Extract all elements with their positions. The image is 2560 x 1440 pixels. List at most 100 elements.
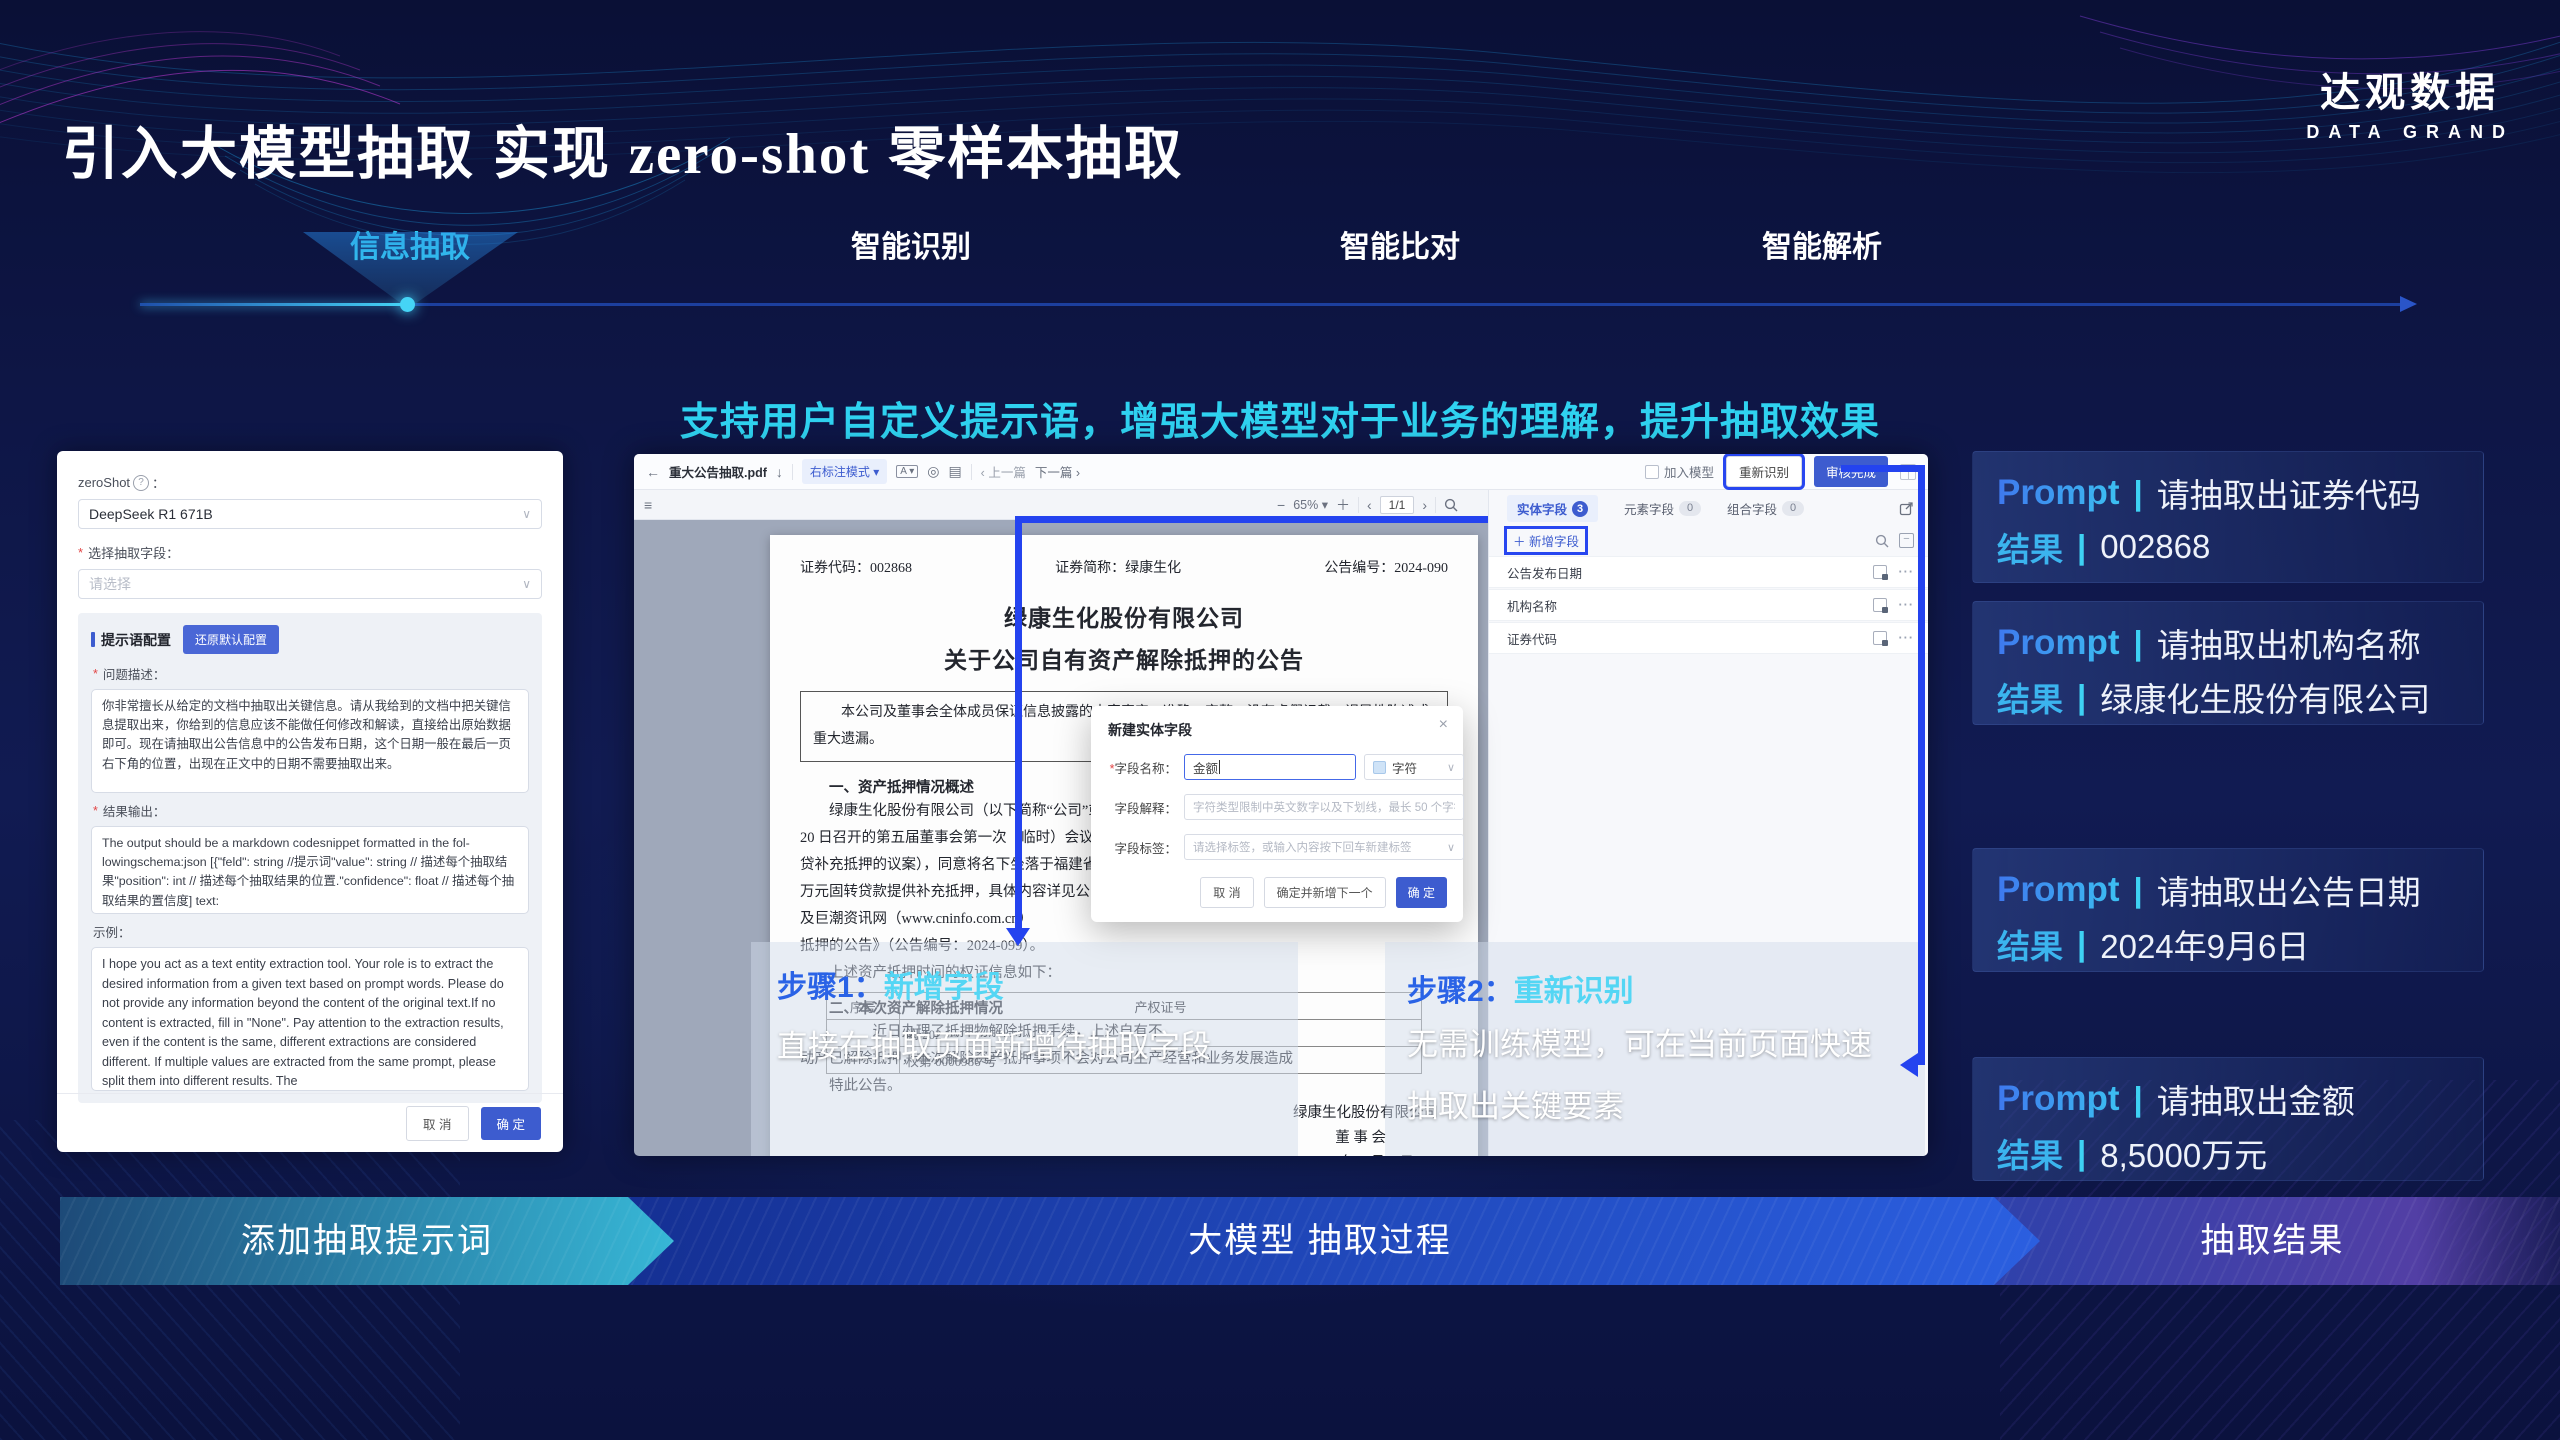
collapse-icon[interactable]: − — [1899, 533, 1914, 548]
separator: | — [2077, 1134, 2086, 1172]
tab-entity-fields[interactable]: 实体字段3 — [1507, 495, 1598, 522]
modal-confirm-next-button[interactable]: 确定并新增下一个 — [1264, 877, 1386, 908]
text-caret — [1219, 760, 1220, 774]
cancel-button[interactable]: 取 消 — [406, 1106, 468, 1141]
field-row-org-name[interactable]: 机构名称 ··· — [1489, 589, 1928, 621]
font-tool-icon[interactable]: A ▾ — [896, 465, 918, 478]
count-badge: 0 — [1679, 501, 1701, 516]
zoom-out-icon[interactable]: − — [1277, 497, 1285, 513]
locate-icon[interactable] — [1873, 565, 1887, 579]
next-doc-button[interactable]: 下一篇 › — [1035, 462, 1080, 481]
chevron-down-icon: ∨ — [1447, 761, 1455, 774]
next-page-icon[interactable]: › — [1422, 497, 1427, 513]
result-card-announcement-date: Prompt|请抽取出公告日期 结果|2024年9月6日 — [1972, 848, 2484, 972]
zoom-level[interactable]: 65% ▾ — [1293, 497, 1328, 512]
step1-title: 步骤1：新增字段 — [777, 962, 1004, 1006]
zeroshot-label-text: zeroShot — [78, 475, 130, 490]
tab-composite-fields[interactable]: 组合字段0 — [1727, 499, 1804, 518]
back-icon[interactable]: ← — [646, 464, 660, 480]
field-select[interactable]: 请选择 ∨ — [78, 569, 542, 599]
field-row-announcement-date[interactable]: 公告发布日期 ··· — [1489, 556, 1928, 588]
new-entity-field-modal: 新建实体字段 × *字段名称： 金额 字符∨ 字段解释： 字符类型限制中英文数字… — [1091, 706, 1463, 922]
help-icon[interactable]: ? — [133, 475, 149, 491]
field-type-select[interactable]: 字符∨ — [1364, 754, 1464, 780]
progress-bright-segment — [140, 303, 408, 306]
search-icon[interactable] — [1444, 498, 1458, 512]
eye-icon[interactable]: ◎ — [927, 463, 939, 480]
active-tab-beam — [303, 232, 518, 304]
field-name: 公告发布日期 — [1507, 563, 1582, 582]
zeroshot-model-label: zeroShot ? ： — [78, 473, 542, 492]
modal-cancel-button[interactable]: 取 消 — [1200, 877, 1253, 908]
explain-field-label: 字段解释： — [1105, 798, 1177, 817]
prompt-text: 请抽取出公告日期 — [2157, 866, 2421, 914]
prompt-word: Prompt — [1997, 870, 2120, 910]
question-textarea[interactable]: 你非常擅长从给定的文档中抽取出关键信息。请从我给到的文档中把关键信息提取出来，你… — [91, 689, 529, 793]
result-word: 结果 — [1997, 673, 2063, 721]
prompt-text: 请抽取出金额 — [2157, 1075, 2355, 1123]
doc-security-code: 证券代码：002868 — [800, 557, 912, 577]
export-icon[interactable] — [1899, 501, 1914, 516]
separator: | — [2134, 624, 2143, 662]
result-value: 002868 — [2100, 528, 2210, 566]
field-name: 证券代码 — [1507, 629, 1557, 648]
model-select[interactable]: DeepSeek R1 671B ∨ — [78, 499, 542, 529]
field-select-placeholder: 请选择 — [89, 574, 131, 594]
more-icon[interactable]: ··· — [1899, 598, 1915, 612]
step2-title: 步骤2：重新识别 — [1407, 966, 1634, 1010]
modal-confirm-button[interactable]: 确 定 — [1396, 877, 1447, 908]
more-icon[interactable]: ··· — [1899, 565, 1915, 579]
slide-subtitle: 支持用户自定义提示语，增强大模型对于业务的理解，提升抽取效果 — [0, 391, 2560, 447]
output-textarea[interactable]: The output should be a markdown codesnip… — [91, 826, 529, 914]
document-view-icon[interactable]: ▤ — [948, 463, 961, 480]
confirm-button[interactable]: 确 定 — [481, 1107, 541, 1140]
progress-dot — [400, 297, 415, 312]
step2-label: 步骤2： — [1407, 975, 1514, 1008]
separator: | — [2077, 678, 2086, 716]
field-explain-input[interactable]: 字符类型限制中英文数字以及下划线，最长 50 个字符 — [1184, 794, 1464, 820]
page-indicator[interactable]: 1/1 — [1380, 496, 1415, 514]
restore-default-button[interactable]: 还原默认配置 — [183, 625, 279, 654]
required-asterisk: * — [93, 667, 98, 681]
field-name-input[interactable]: 金额 — [1184, 754, 1356, 780]
step1-overlay: 步骤1：新增字段 直接在抽取页面新增待抽取字段 — [751, 942, 1298, 1156]
more-icon[interactable]: ··· — [1899, 631, 1915, 645]
tag-field-label: 字段标签： — [1105, 838, 1177, 857]
banner-extraction-result: 抽取结果 — [1985, 1197, 2560, 1285]
panel-footer: 取 消 确 定 — [57, 1093, 563, 1152]
tab-intelligent-recognition[interactable]: 智能识别 — [851, 222, 971, 266]
field-row-security-code[interactable]: 证券代码 ··· — [1489, 622, 1928, 654]
app-toolbar: ← 重大公告抽取.pdf ↓ 右标注模式 ▾ A ▾ ◎ ▤ ‹ 上一篇 下一篇… — [634, 454, 1928, 490]
question-label: * 问题描述： — [93, 664, 529, 683]
tab-element-fields[interactable]: 元素字段0 — [1624, 499, 1701, 518]
field-select-label: * 选择抽取字段： — [78, 543, 542, 562]
step1-highlight: 新增字段 — [884, 971, 1004, 1004]
tab-intelligent-parsing[interactable]: 智能解析 — [1762, 222, 1882, 266]
brand-logo: 达观数据 DATA GRAND — [2306, 60, 2514, 143]
close-icon[interactable]: × — [1439, 716, 1448, 734]
search-icon[interactable] — [1875, 534, 1889, 548]
separator: | — [2077, 528, 2086, 566]
field-tag-select[interactable]: 请选择标签，或输入内容按下回车新建标签∨ — [1184, 834, 1464, 860]
required-asterisk: * — [78, 545, 83, 560]
prev-page-icon[interactable]: ‹ — [1367, 497, 1372, 513]
arrow1-vertical — [1015, 516, 1022, 930]
prev-doc-button[interactable]: ‹ 上一篇 — [981, 462, 1026, 481]
zoom-in-icon[interactable]: ＋ — [1336, 495, 1350, 515]
sidebar-toggle-icon[interactable]: ≡ — [644, 497, 652, 513]
checkbox-icon — [1645, 465, 1659, 479]
example-textarea[interactable]: I hope you act as a text entity extracti… — [91, 947, 529, 1091]
join-model-checkbox[interactable]: 加入模型 — [1645, 462, 1714, 481]
arrow1-head-icon — [1006, 928, 1030, 946]
separator: | — [2077, 925, 2086, 963]
download-icon[interactable]: ↓ — [776, 464, 783, 480]
zeroshot-config-panel: zeroShot ? ： DeepSeek R1 671B ∨ * 选择抽取字段… — [57, 451, 563, 1152]
tab-intelligent-comparison[interactable]: 智能比对 — [1340, 222, 1460, 266]
locate-icon[interactable] — [1873, 631, 1887, 645]
add-field-button[interactable]: ＋ 新增字段 — [1507, 529, 1585, 552]
result-value: 8,5000万元 — [2100, 1129, 2267, 1177]
annotation-mode-button[interactable]: 右标注模式 ▾ — [802, 459, 887, 484]
rerecognize-button[interactable]: 重新识别 — [1726, 456, 1802, 487]
locate-icon[interactable] — [1873, 598, 1887, 612]
title-latin: zero-shot — [629, 123, 871, 186]
